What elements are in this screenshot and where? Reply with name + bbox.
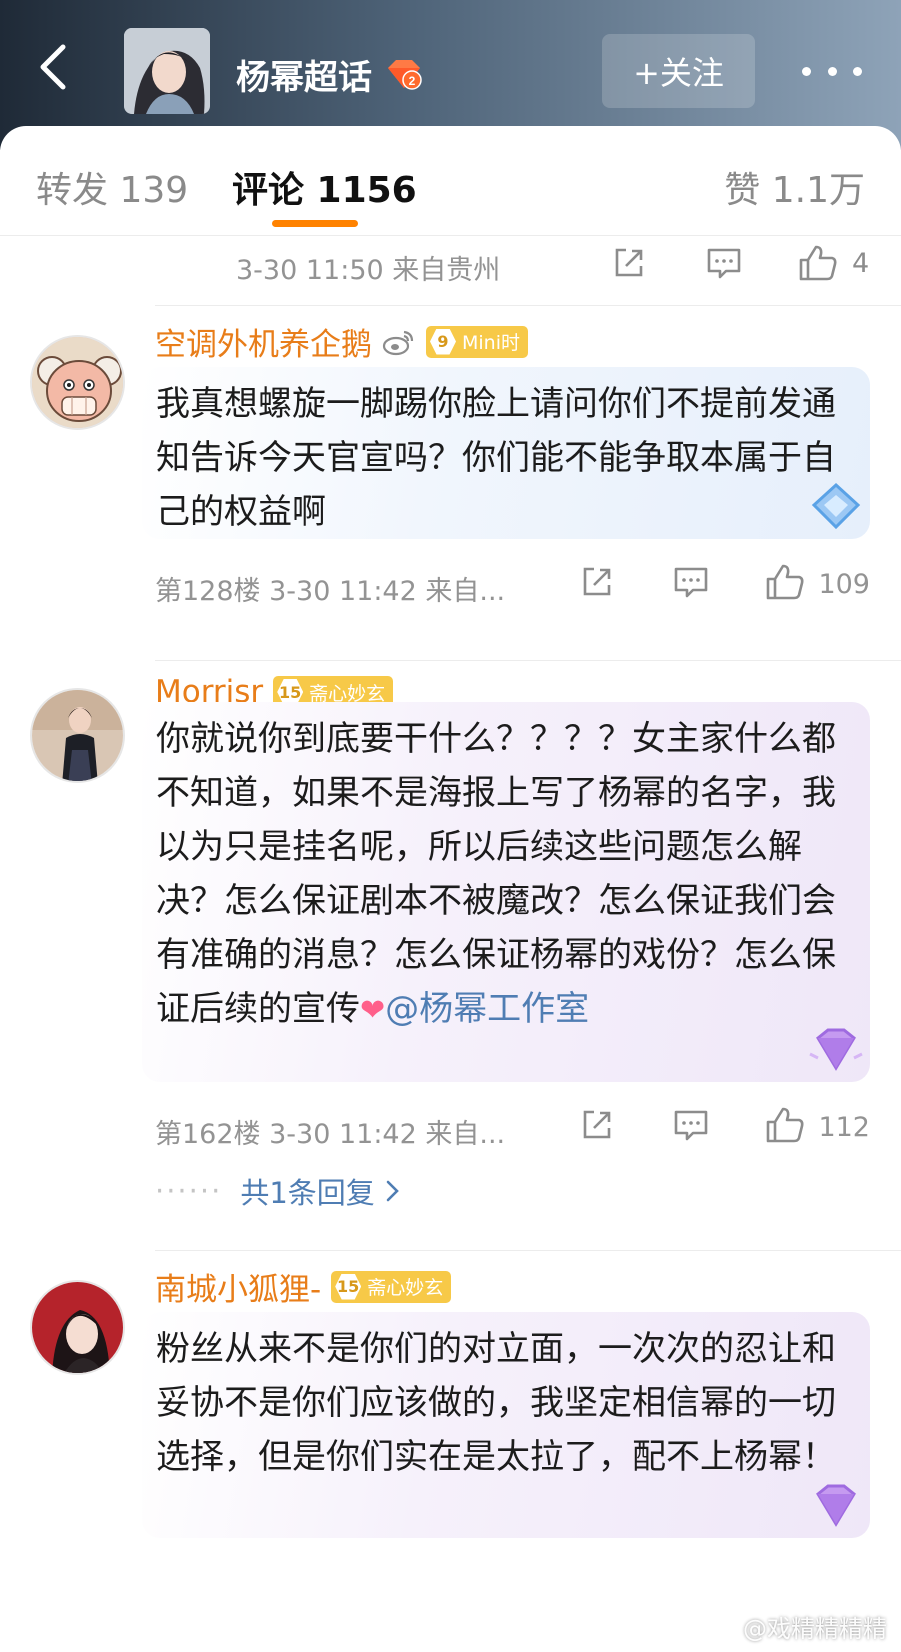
time-location: 3-30 11:50 来自贵州 xyxy=(236,255,501,286)
chevron-right-icon xyxy=(386,1180,399,1202)
avatar[interactable] xyxy=(30,688,125,783)
active-tab-indicator xyxy=(272,220,358,227)
share-button[interactable] xyxy=(580,565,614,606)
comment-meta: 第128楼 3-30 11:42 来自... xyxy=(155,576,506,607)
reply-button[interactable] xyxy=(673,565,709,606)
like-button[interactable]: 4 xyxy=(798,244,869,282)
comment-footer: 第128楼 3-30 11:42 来自... 109 xyxy=(155,563,870,608)
back-button[interactable] xyxy=(30,42,74,92)
heart-emoji-icon: ❤ xyxy=(360,993,386,1028)
tab-like[interactable]: 赞 1.1万 xyxy=(724,161,865,213)
topic-avatar[interactable] xyxy=(124,28,210,114)
comment-bubble: 我真想螺旋一脚踢你脸上请问你们不提前发通知告诉今天官宣吗？你们能不能争取本属于自… xyxy=(142,367,870,539)
gem-icon xyxy=(809,1028,863,1071)
avatar-photo-image xyxy=(32,1282,123,1373)
gem-icon xyxy=(816,1484,856,1527)
topic-title: 杨幂超话 xyxy=(236,58,372,98)
share-icon xyxy=(583,567,611,596)
gem-icon xyxy=(811,482,861,530)
username[interactable]: 南城小狐狸- xyxy=(155,1264,321,1309)
avatar-cartoon-image xyxy=(32,337,123,428)
share-icon xyxy=(615,248,643,277)
divider xyxy=(155,305,901,306)
comment-icon xyxy=(674,567,708,598)
topic-title-row: 杨幂超话 2 xyxy=(236,50,424,99)
tab-comment[interactable]: 评论 1156 xyxy=(232,161,417,213)
avatar[interactable] xyxy=(30,1280,125,1375)
like-count: 109 xyxy=(818,569,870,600)
fan-badge: 9 Mini时 xyxy=(426,325,528,358)
like-icon xyxy=(766,564,804,600)
like-count: 112 xyxy=(818,1112,870,1143)
like-button[interactable] xyxy=(765,563,805,608)
replies-count: 共1条回复 xyxy=(240,1176,375,1210)
divider xyxy=(155,1250,901,1251)
fan-badge: 15 斋心妙玄 xyxy=(331,1270,452,1303)
more-icon[interactable] xyxy=(802,56,862,86)
portrait-image xyxy=(124,28,210,114)
comment-text: 你就说你到底要干什么？？？？女主家什么都不知道，如果不是海报上写了杨幂的名字，我… xyxy=(156,719,836,1029)
share-button[interactable] xyxy=(580,1108,614,1149)
like-icon xyxy=(766,1107,804,1143)
comment-footer: 第162楼 3-30 11:42 来自... 112 xyxy=(155,1106,870,1151)
like-button[interactable] xyxy=(765,1106,805,1151)
share-button[interactable] xyxy=(612,246,646,280)
weibo-icon xyxy=(709,1622,732,1638)
view-replies-link[interactable]: ······ 共1条回复 xyxy=(155,1170,401,1212)
comment-bubble: 粉丝从来不是你们的对立面，一次次的忍让和妥协不是你们应该做的，我坚定相信幂的一切… xyxy=(142,1312,870,1538)
level-gem-icon: 2 xyxy=(384,58,424,92)
svg-text:2: 2 xyxy=(409,74,416,88)
tab-bar: 转发 139 评论 1156 赞 1.1万 xyxy=(0,126,901,236)
comment-bubble: 你就说你到底要干什么？？？？女主家什么都不知道，如果不是海报上写了杨幂的名字，我… xyxy=(142,702,870,1082)
divider xyxy=(155,660,901,661)
reply-button[interactable] xyxy=(673,1108,709,1149)
back-icon xyxy=(40,44,66,90)
comment-text: 我真想螺旋一脚踢你脸上请问你们不提前发通知告诉今天官宣吗？你们能不能争取本属于自… xyxy=(156,384,836,532)
comment-meta: 第162楼 3-30 11:42 来自... xyxy=(155,1119,506,1150)
avatar-photo-image xyxy=(32,690,123,781)
previous-comment-meta: 3-30 11:50 来自贵州 xyxy=(236,248,866,286)
like-icon xyxy=(799,245,837,281)
tab-forward[interactable]: 转发 139 xyxy=(36,161,188,213)
share-icon xyxy=(583,1110,611,1139)
comment-button[interactable] xyxy=(706,246,742,280)
username[interactable]: 空调外机养企鹅 xyxy=(155,319,372,364)
dots-decoration: ······ xyxy=(155,1174,223,1208)
comment-icon xyxy=(707,248,741,279)
user-row: 南城小狐狸- 15 斋心妙玄 xyxy=(155,1264,452,1309)
watermark: @戏精精精精 xyxy=(709,1609,887,1644)
mention-link[interactable]: @杨幂工作室 xyxy=(385,989,589,1029)
comment-text: 粉丝从来不是你们的对立面，一次次的忍让和妥协不是你们应该做的，我坚定相信幂的一切… xyxy=(156,1329,836,1477)
follow-button[interactable]: +关注 xyxy=(602,34,755,108)
comment-icon xyxy=(674,1110,708,1141)
user-row: 空调外机养企鹅 9 Mini时 xyxy=(155,319,528,364)
like-count: 4 xyxy=(852,247,870,279)
avatar[interactable] xyxy=(30,335,125,430)
weibo-icon xyxy=(382,330,414,355)
